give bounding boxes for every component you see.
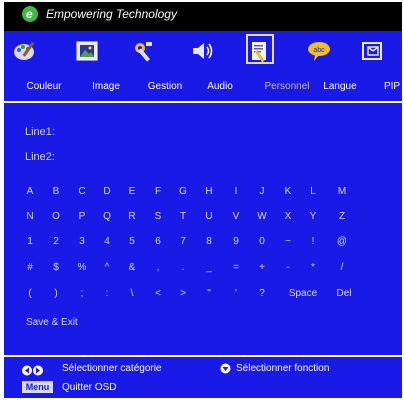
logo-letter: e xyxy=(26,7,33,21)
brand-logo-icon: e xyxy=(22,6,38,22)
key-2-9[interactable]: 0 xyxy=(252,236,272,248)
key-4-5[interactable]: < xyxy=(148,288,168,300)
key-3-10[interactable]: - xyxy=(278,262,298,274)
key-3-0[interactable]: # xyxy=(20,262,40,274)
key-0-4[interactable]: E xyxy=(122,186,142,198)
key-2-8[interactable]: 9 xyxy=(226,236,246,248)
menu-item-audio[interactable]: Audio xyxy=(184,31,233,101)
key-1-8[interactable]: V xyxy=(226,211,246,223)
key-1-5[interactable]: S xyxy=(148,211,168,223)
palette-icon xyxy=(14,41,35,60)
key-2-5[interactable]: 6 xyxy=(148,236,168,248)
save-exit-button[interactable]: Save & Exit xyxy=(26,317,78,329)
key-0-2[interactable]: C xyxy=(72,186,92,198)
key-0-0[interactable]: A xyxy=(20,186,40,198)
key-4-7[interactable]: " xyxy=(199,288,219,300)
key-2-4[interactable]: 5 xyxy=(122,236,142,248)
line1-label[interactable]: Line1: xyxy=(25,125,55,139)
key-0-6[interactable]: G xyxy=(173,186,193,198)
key-1-4[interactable]: R xyxy=(122,211,142,223)
key-3-12[interactable]: / xyxy=(332,262,352,274)
key-4-4[interactable]: \ xyxy=(122,288,142,300)
key-1-6[interactable]: T xyxy=(173,211,193,223)
key-0-9[interactable]: J xyxy=(252,186,272,198)
key-3-4[interactable]: & xyxy=(122,262,142,274)
key-1-3[interactable]: Q xyxy=(97,211,117,223)
key-2-2[interactable]: 3 xyxy=(72,236,92,248)
key-4-8[interactable]: ' xyxy=(226,288,246,300)
key-0-10[interactable]: K xyxy=(278,186,298,198)
key-2-0[interactable]: 1 xyxy=(20,236,40,248)
down-arrow-icon xyxy=(220,363,231,374)
key-2-7[interactable]: 8 xyxy=(199,236,219,248)
key-3-7[interactable]: _ xyxy=(199,262,219,274)
menu-label-gestion: Gestion xyxy=(147,81,183,92)
key-0-7[interactable]: H xyxy=(199,186,219,198)
key-4-6[interactable]: > xyxy=(173,288,193,300)
key-1-0[interactable]: N xyxy=(20,211,40,223)
key-3-1[interactable]: $ xyxy=(46,262,66,274)
key-3-9[interactable]: + xyxy=(252,262,272,274)
pip-icon xyxy=(362,42,382,60)
hint-select-category: Sélectionner catégorie xyxy=(62,363,162,374)
osd-title: Empowering Technology xyxy=(46,7,177,21)
menu-item-langue[interactable]: abc Langue xyxy=(298,31,357,101)
key-3-3[interactable]: ^ xyxy=(97,262,117,274)
speaker-icon xyxy=(193,43,213,59)
key-0-5[interactable]: F xyxy=(148,186,168,198)
key-2-1[interactable]: 2 xyxy=(46,236,66,248)
key-1-12[interactable]: Z xyxy=(332,211,352,223)
key-3-8[interactable]: = xyxy=(226,262,246,274)
key-2-3[interactable]: 4 xyxy=(97,236,117,248)
speech-bubble-icon: abc xyxy=(308,42,330,61)
key-4-3[interactable]: : xyxy=(97,288,117,300)
key-2-6[interactable]: 7 xyxy=(173,236,193,248)
picture-icon xyxy=(76,41,98,61)
menu-item-pip[interactable]: PIP xyxy=(352,31,400,101)
left-right-arrows xyxy=(22,363,44,381)
menu-item-couleur[interactable]: Couleur xyxy=(4,31,62,101)
key-3-6[interactable]: . xyxy=(173,262,193,274)
title-bar: e Empowering Technology xyxy=(4,3,402,29)
hint-select-function: Sélectionner fonction xyxy=(236,363,330,374)
key-4-10[interactable]: Space xyxy=(283,288,323,300)
line2-label[interactable]: Line2: xyxy=(25,150,55,164)
key-0-3[interactable]: D xyxy=(97,186,117,198)
key-4-1[interactable]: ) xyxy=(46,288,66,300)
key-2-12[interactable]: @ xyxy=(332,236,352,248)
key-4-11[interactable]: Del xyxy=(324,288,364,300)
key-2-11[interactable]: ! xyxy=(303,236,323,248)
key-1-2[interactable]: P xyxy=(72,211,92,223)
key-4-0[interactable]: ( xyxy=(20,288,40,300)
key-0-1[interactable]: B xyxy=(46,186,66,198)
key-1-10[interactable]: X xyxy=(278,211,298,223)
key-1-9[interactable]: W xyxy=(252,211,272,223)
key-4-9[interactable]: ? xyxy=(252,288,272,300)
tools-icon xyxy=(135,42,152,62)
category-menu: Couleur Image Gestion Audio Personnel ab… xyxy=(4,31,402,101)
left-right-arrows-icon xyxy=(22,365,43,376)
key-3-2[interactable]: % xyxy=(72,262,92,274)
key-0-11[interactable]: L xyxy=(303,186,323,198)
key-3-11[interactable]: * xyxy=(303,262,323,274)
key-2-10[interactable]: ~ xyxy=(278,236,298,248)
key-4-2[interactable]: ; xyxy=(72,288,92,300)
key-1-7[interactable]: U xyxy=(199,211,219,223)
menu-label-pip: PIP xyxy=(383,81,401,92)
menu-item-gestion[interactable]: Gestion xyxy=(119,31,182,101)
key-0-8[interactable]: I xyxy=(226,186,246,198)
bubble-text: abc xyxy=(313,47,325,54)
key-0-12[interactable]: M xyxy=(332,186,352,198)
key-1-11[interactable]: Y xyxy=(303,211,323,223)
key-1-1[interactable]: O xyxy=(46,211,66,223)
menu-label-couleur: Couleur xyxy=(26,81,62,92)
hint-quit-osd: Quitter OSD xyxy=(62,382,117,393)
key-3-5[interactable]: , xyxy=(148,262,168,274)
menu-key-badge: Menu xyxy=(22,381,53,393)
menu-item-personnel[interactable]: Personnel xyxy=(233,31,310,101)
document-icon xyxy=(252,42,266,62)
menu-item-image[interactable]: Image xyxy=(66,31,120,101)
